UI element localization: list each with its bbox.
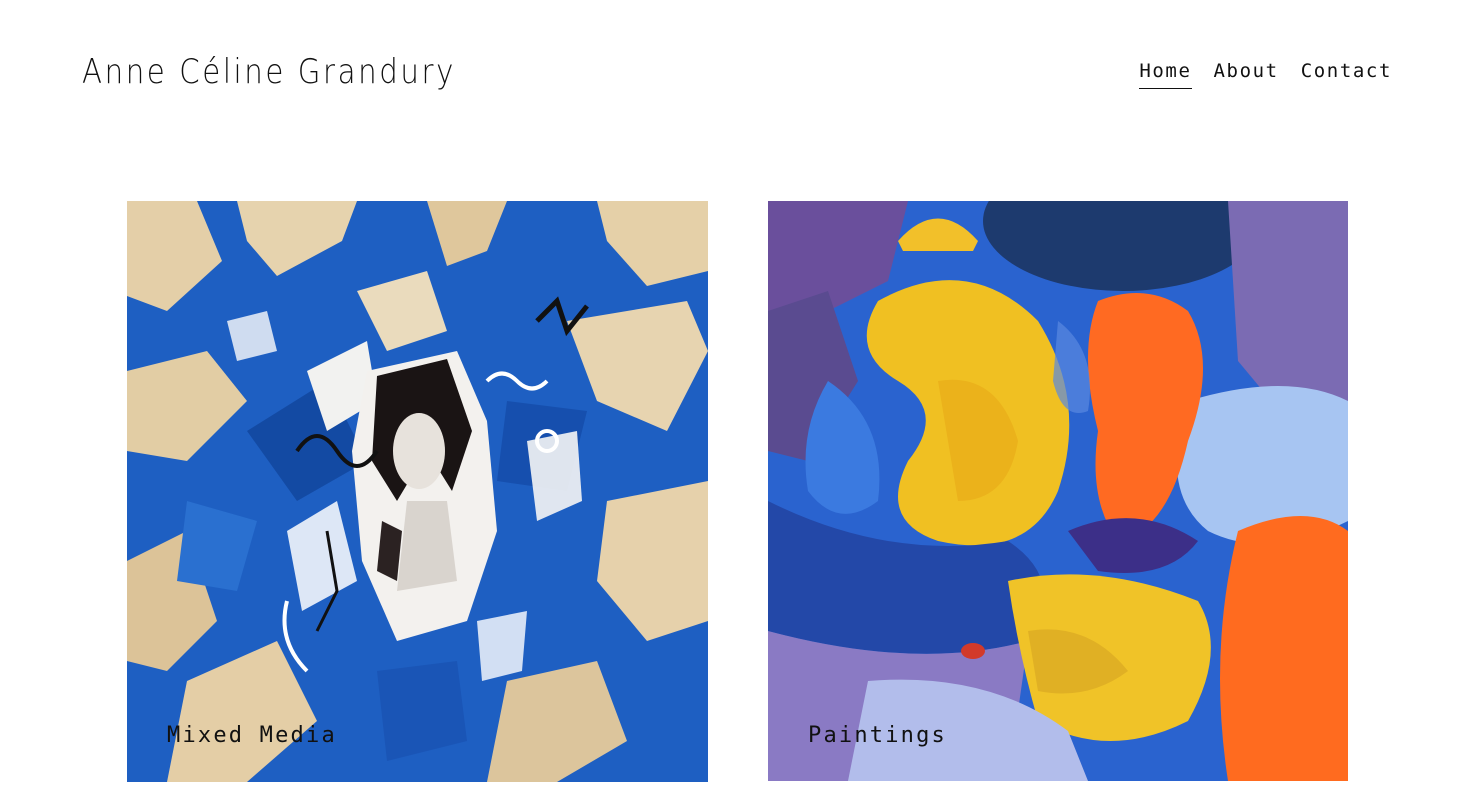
gallery-tile-mixed-media[interactable]: Mixed Media <box>127 201 708 782</box>
site-header: Anne Céline Grandury Home About Contact <box>0 0 1477 150</box>
gallery-tile-paintings[interactable]: Paintings <box>768 201 1348 782</box>
paintings-artwork <box>768 201 1348 781</box>
tile-label-paintings: Paintings <box>808 723 948 748</box>
tile-label-mixed-media: Mixed Media <box>167 723 337 748</box>
nav-home[interactable]: Home <box>1139 60 1192 89</box>
nav-about[interactable]: About <box>1214 60 1279 89</box>
site-title[interactable]: Anne Céline Grandury <box>82 52 456 92</box>
main-nav: Home About Contact <box>1139 60 1392 89</box>
mixed-media-artwork <box>127 201 708 782</box>
nav-contact[interactable]: Contact <box>1301 60 1392 89</box>
